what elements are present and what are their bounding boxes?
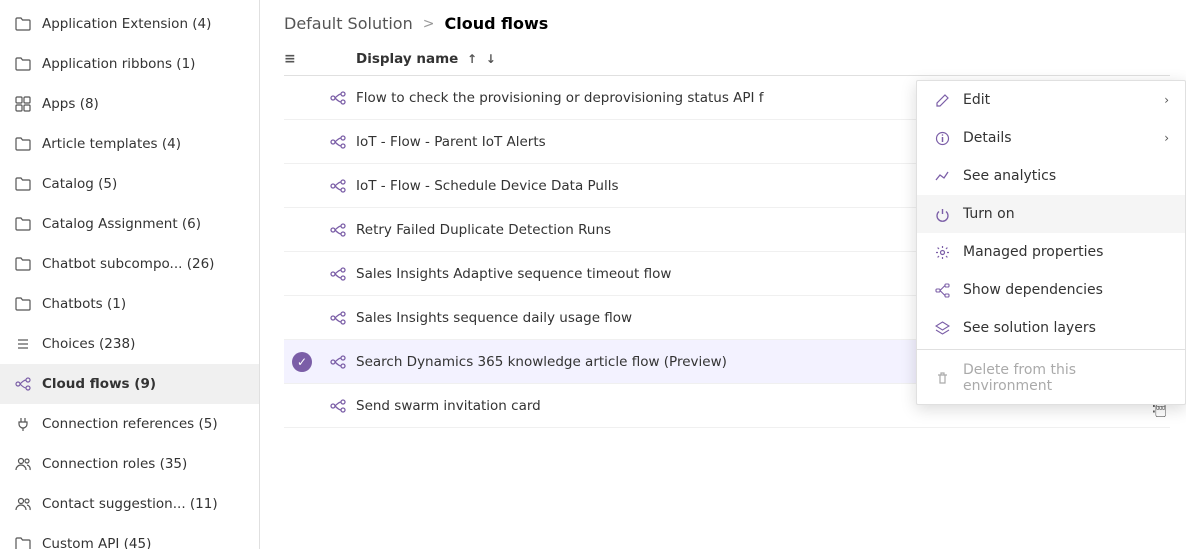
menu-item-details[interactable]: Details ›	[917, 119, 1185, 157]
menu-item-delete: Delete from this environment	[917, 352, 1185, 404]
sidebar: Application Extension (4) Application rib…	[0, 0, 260, 549]
context-menu: Edit › Details › See analytics Turn on Managed…	[916, 80, 1186, 405]
menu-label-managed-properties: Managed properties	[963, 244, 1169, 260]
menu-label-turn-on: Turn on	[963, 206, 1169, 222]
list-icon	[14, 335, 32, 353]
sidebar-item-chatbots[interactable]: Chatbots (1)	[0, 284, 259, 324]
menu-item-see-solution-layers[interactable]: See solution layers	[917, 309, 1185, 347]
sidebar-label-choices: Choices (238)	[42, 336, 247, 352]
breadcrumb-current: Cloud flows	[444, 14, 548, 33]
people-icon	[14, 455, 32, 473]
header-check-col: ≡	[284, 51, 320, 67]
sidebar-label-connection-roles: Connection roles (35)	[42, 456, 247, 472]
sidebar-item-custom-api[interactable]: Custom API (45)	[0, 524, 259, 549]
menu-label-edit: Edit	[963, 92, 1152, 108]
layers-menu-icon	[933, 319, 951, 337]
row-flow-icon-7	[320, 354, 356, 370]
sidebar-item-chatbot-subcompo[interactable]: Chatbot subcompo... (26)	[0, 244, 259, 284]
sort-asc-icon[interactable]: ↑	[467, 52, 477, 66]
folder-icon	[14, 535, 32, 549]
dependencies-menu-icon	[933, 281, 951, 299]
folder-icon	[14, 175, 32, 193]
menu-label-delete: Delete from this environment	[963, 362, 1169, 394]
sidebar-label-chatbots: Chatbots (1)	[42, 296, 247, 312]
sidebar-label-apps: Apps (8)	[42, 96, 247, 112]
sort-desc-icon[interactable]: ↓	[486, 52, 496, 66]
row-flow-icon-4	[320, 222, 356, 238]
folder-icon	[14, 215, 32, 233]
row-flow-icon-2	[320, 134, 356, 150]
sidebar-item-apps[interactable]: Apps (8)	[0, 84, 259, 124]
row-flow-icon-3	[320, 178, 356, 194]
folder-icon	[14, 55, 32, 73]
sidebar-label-catalog: Catalog (5)	[42, 176, 247, 192]
sidebar-item-catalog[interactable]: Catalog (5)	[0, 164, 259, 204]
chart-menu-icon	[933, 167, 951, 185]
info-menu-icon	[933, 129, 951, 147]
pencil-menu-icon	[933, 91, 951, 109]
folder-icon	[14, 135, 32, 153]
folder-icon	[14, 255, 32, 273]
menu-item-show-dependencies[interactable]: Show dependencies	[917, 271, 1185, 309]
row-flow-icon-8	[320, 398, 356, 414]
row-flow-icon-6	[320, 310, 356, 326]
sidebar-item-connection-roles[interactable]: Connection roles (35)	[0, 444, 259, 484]
menu-label-show-dependencies: Show dependencies	[963, 282, 1169, 298]
sidebar-item-cloud-flows[interactable]: Cloud flows (9)	[0, 364, 259, 404]
flow-icon	[14, 375, 32, 393]
trash-menu-icon	[933, 369, 951, 387]
menu-item-see-analytics[interactable]: See analytics	[917, 157, 1185, 195]
sidebar-item-contact-suggestion[interactable]: Contact suggestion... (11)	[0, 484, 259, 524]
row-flow-icon-5	[320, 266, 356, 282]
sidebar-label-app-extension: Application Extension (4)	[42, 16, 247, 32]
sidebar-label-chatbot-subcompo: Chatbot subcompo... (26)	[42, 256, 247, 272]
row-check-7[interactable]: ✓	[284, 352, 320, 372]
menu-item-turn-on[interactable]: Turn on	[917, 195, 1185, 233]
menu-label-details: Details	[963, 130, 1152, 146]
sidebar-label-cloud-flows: Cloud flows (9)	[42, 376, 247, 392]
menu-divider	[917, 349, 1185, 350]
check-circle: ✓	[292, 352, 312, 372]
breadcrumb: Default Solution > Cloud flows	[260, 0, 1186, 43]
table-sort-icon[interactable]: ≡	[284, 51, 296, 67]
sidebar-label-custom-api: Custom API (45)	[42, 536, 247, 549]
grid-icon	[14, 95, 32, 113]
sidebar-item-choices[interactable]: Choices (238)	[0, 324, 259, 364]
sidebar-label-catalog-assignment: Catalog Assignment (6)	[42, 216, 247, 232]
folder-icon	[14, 295, 32, 313]
table-header: ≡ Display name ↑ ↓	[284, 43, 1170, 76]
sidebar-label-connection-references: Connection references (5)	[42, 416, 247, 432]
sidebar-item-article-templates[interactable]: Article templates (4)	[0, 124, 259, 164]
chevron-right-icon: ›	[1164, 131, 1169, 145]
people-icon	[14, 495, 32, 513]
sidebar-item-connection-references[interactable]: Connection references (5)	[0, 404, 259, 444]
menu-item-edit[interactable]: Edit ›	[917, 81, 1185, 119]
breadcrumb-parent[interactable]: Default Solution	[284, 14, 413, 33]
plug-icon	[14, 415, 32, 433]
row-flow-icon-1	[320, 90, 356, 106]
main-content: Default Solution > Cloud flows ≡ Display…	[260, 0, 1186, 549]
sidebar-label-contact-suggestion: Contact suggestion... (11)	[42, 496, 247, 512]
gear-menu-icon	[933, 243, 951, 261]
sidebar-item-catalog-assignment[interactable]: Catalog Assignment (6)	[0, 204, 259, 244]
sidebar-item-app-extension[interactable]: Application Extension (4)	[0, 4, 259, 44]
power-menu-icon	[933, 205, 951, 223]
sidebar-label-article-templates: Article templates (4)	[42, 136, 247, 152]
header-name-col[interactable]: Display name ↑ ↓	[356, 51, 1170, 67]
sidebar-item-app-ribbons[interactable]: Application ribbons (1)	[0, 44, 259, 84]
menu-item-managed-properties[interactable]: Managed properties	[917, 233, 1185, 271]
breadcrumb-separator: >	[423, 16, 435, 32]
column-name-label: Display name	[356, 51, 458, 67]
sidebar-label-app-ribbons: Application ribbons (1)	[42, 56, 247, 72]
chevron-right-icon: ›	[1164, 93, 1169, 107]
menu-label-see-solution-layers: See solution layers	[963, 320, 1169, 336]
menu-label-see-analytics: See analytics	[963, 168, 1169, 184]
folder-icon	[14, 15, 32, 33]
